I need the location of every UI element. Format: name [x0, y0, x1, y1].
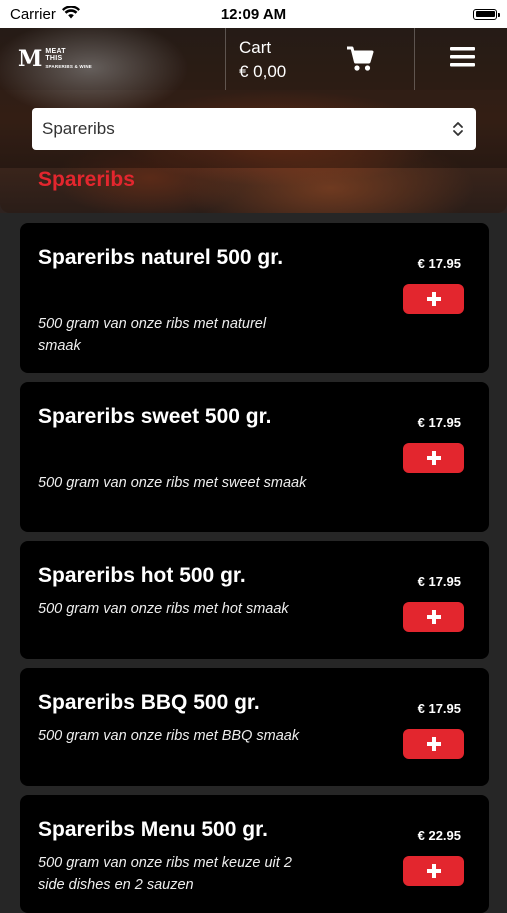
- battery-icon: [473, 8, 500, 20]
- product-card: Spareribs naturel 500 gr. 500 gram van o…: [20, 223, 489, 373]
- product-price: € 22.95: [417, 828, 461, 843]
- product-price: € 17.95: [417, 701, 461, 716]
- brand-logo[interactable]: M MEAT THIS SPARERIBS & WINE: [18, 48, 92, 70]
- hamburger-menu-icon[interactable]: [450, 46, 475, 73]
- plus-icon: [426, 864, 441, 878]
- logo-wordmark: MEAT THIS SPARERIBS & WINE: [45, 48, 92, 70]
- logo-line2: THIS: [45, 55, 63, 62]
- product-price: € 17.95: [417, 256, 461, 271]
- product-card: Spareribs BBQ 500 gr. 500 gram van onze …: [20, 668, 489, 786]
- status-bar: Carrier 12:09 AM: [0, 0, 507, 28]
- product-card: Spareribs hot 500 gr. 500 gram van onze …: [20, 541, 489, 659]
- category-select-value: Spareribs: [42, 119, 115, 138]
- shopping-cart-icon: [346, 46, 374, 77]
- chevron-up-down-icon: [452, 121, 464, 137]
- product-description: 500 gram van onze ribs met keuze uit 2 s…: [38, 855, 292, 893]
- product-name: Spareribs hot 500 gr.: [38, 564, 246, 587]
- logo-tagline: SPARERIBS & WINE: [45, 64, 92, 69]
- add-to-cart-button[interactable]: [403, 856, 464, 886]
- logo-mark-icon: M: [18, 46, 43, 72]
- product-name: Spareribs sweet 500 gr.: [38, 405, 272, 428]
- product-price: € 17.95: [417, 415, 461, 430]
- product-name: Spareribs naturel 500 gr.: [38, 246, 284, 269]
- product-description: 500 gram van onze ribs met naturel smaak: [38, 316, 267, 354]
- product-name: Spareribs BBQ 500 gr.: [38, 691, 260, 714]
- cart-total: € 0,00: [239, 62, 287, 81]
- product-card: Spareribs Menu 500 gr. 500 gram van onze…: [20, 795, 489, 913]
- cart-label: Cart: [239, 38, 272, 57]
- add-to-cart-button[interactable]: [403, 443, 464, 473]
- add-to-cart-button[interactable]: [403, 284, 464, 314]
- plus-icon: [426, 610, 441, 624]
- hero-banner: M MEAT THIS SPARERIBS & WINE Cart € 0,00: [0, 28, 507, 213]
- menu-cell: [415, 28, 507, 90]
- status-right: [473, 8, 507, 20]
- wifi-icon: [61, 4, 80, 23]
- plus-icon: [426, 292, 441, 306]
- product-description: 500 gram van onze ribs met sweet smaak: [38, 475, 307, 491]
- product-card: Spareribs sweet 500 gr. 500 gram van onz…: [20, 382, 489, 532]
- logo-cell: M MEAT THIS SPARERIBS & WINE: [0, 28, 225, 90]
- product-description: 500 gram van onze ribs met BBQ smaak: [38, 728, 300, 744]
- product-name: Spareribs Menu 500 gr.: [38, 818, 268, 841]
- category-title: Spareribs: [38, 168, 135, 191]
- add-to-cart-button[interactable]: [403, 729, 464, 759]
- add-to-cart-button[interactable]: [403, 602, 464, 632]
- carrier-label: Carrier: [10, 5, 56, 23]
- plus-icon: [426, 737, 441, 751]
- category-select[interactable]: Spareribs: [32, 108, 476, 150]
- plus-icon: [426, 451, 441, 465]
- cart-button[interactable]: Cart € 0,00: [225, 28, 415, 90]
- product-description: 500 gram van onze ribs met hot smaak: [38, 601, 289, 617]
- product-price: € 17.95: [417, 574, 461, 589]
- status-left: Carrier: [0, 4, 80, 23]
- top-bar: M MEAT THIS SPARERIBS & WINE Cart € 0,00: [0, 28, 507, 90]
- logo-line1: MEAT: [45, 48, 66, 55]
